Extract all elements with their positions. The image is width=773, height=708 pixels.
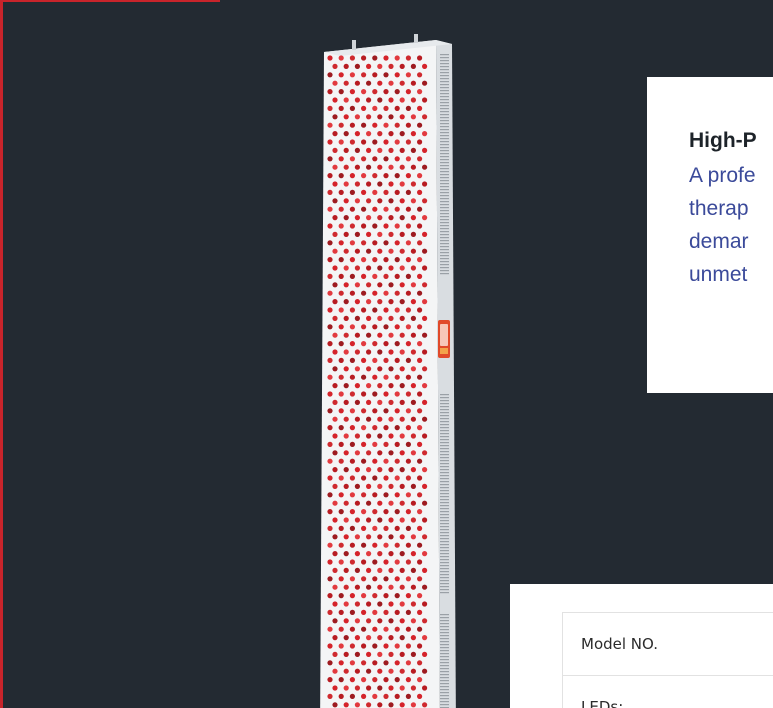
info-card-line: unmet xyxy=(689,263,748,286)
info-card-line: demar xyxy=(689,230,749,253)
red-light-panel-illustration xyxy=(320,34,456,708)
table-row: LEDs: xyxy=(562,675,773,708)
table-row: Model NO. xyxy=(562,612,773,676)
info-card-body: A profe therap demar unmet xyxy=(689,159,773,291)
spec-label-model-no: Model NO. xyxy=(562,612,773,676)
product-image xyxy=(318,34,460,708)
info-card: High-P A profe therap demar unmet xyxy=(647,77,773,393)
info-card-line: A profe xyxy=(689,164,756,187)
left-accent-border xyxy=(0,0,3,708)
spec-table-card: Model NO. LEDs: xyxy=(510,584,773,708)
spec-table: Model NO. LEDs: xyxy=(562,612,773,708)
info-card-line: therap xyxy=(689,197,749,220)
top-accent-border xyxy=(0,0,220,2)
page: High-P A profe therap demar unmet Model … xyxy=(0,0,773,708)
spec-label-leds: LEDs: xyxy=(562,675,773,708)
info-card-title: High-P xyxy=(689,129,757,152)
